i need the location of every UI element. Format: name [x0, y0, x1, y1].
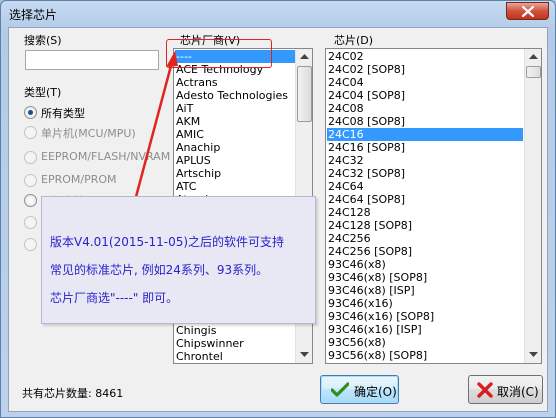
- note-line-1: 版本V4.01(2015-11-05)之后的软件可支持: [50, 235, 285, 249]
- note-line-2: 常见的标准芯片, 例如24系列、93系列。: [50, 263, 269, 277]
- note-line-3: 芯片厂商选"----" 即可。: [50, 291, 179, 305]
- dialog-window: 选择芯片 搜索(S) 类型(T) 所有类型 单片机(MCU/MPU) EEPROM/…: [0, 0, 556, 418]
- annotation-note: 版本V4.01(2015-11-05)之后的软件可支持 常见的标准芯片, 例如2…: [41, 196, 316, 324]
